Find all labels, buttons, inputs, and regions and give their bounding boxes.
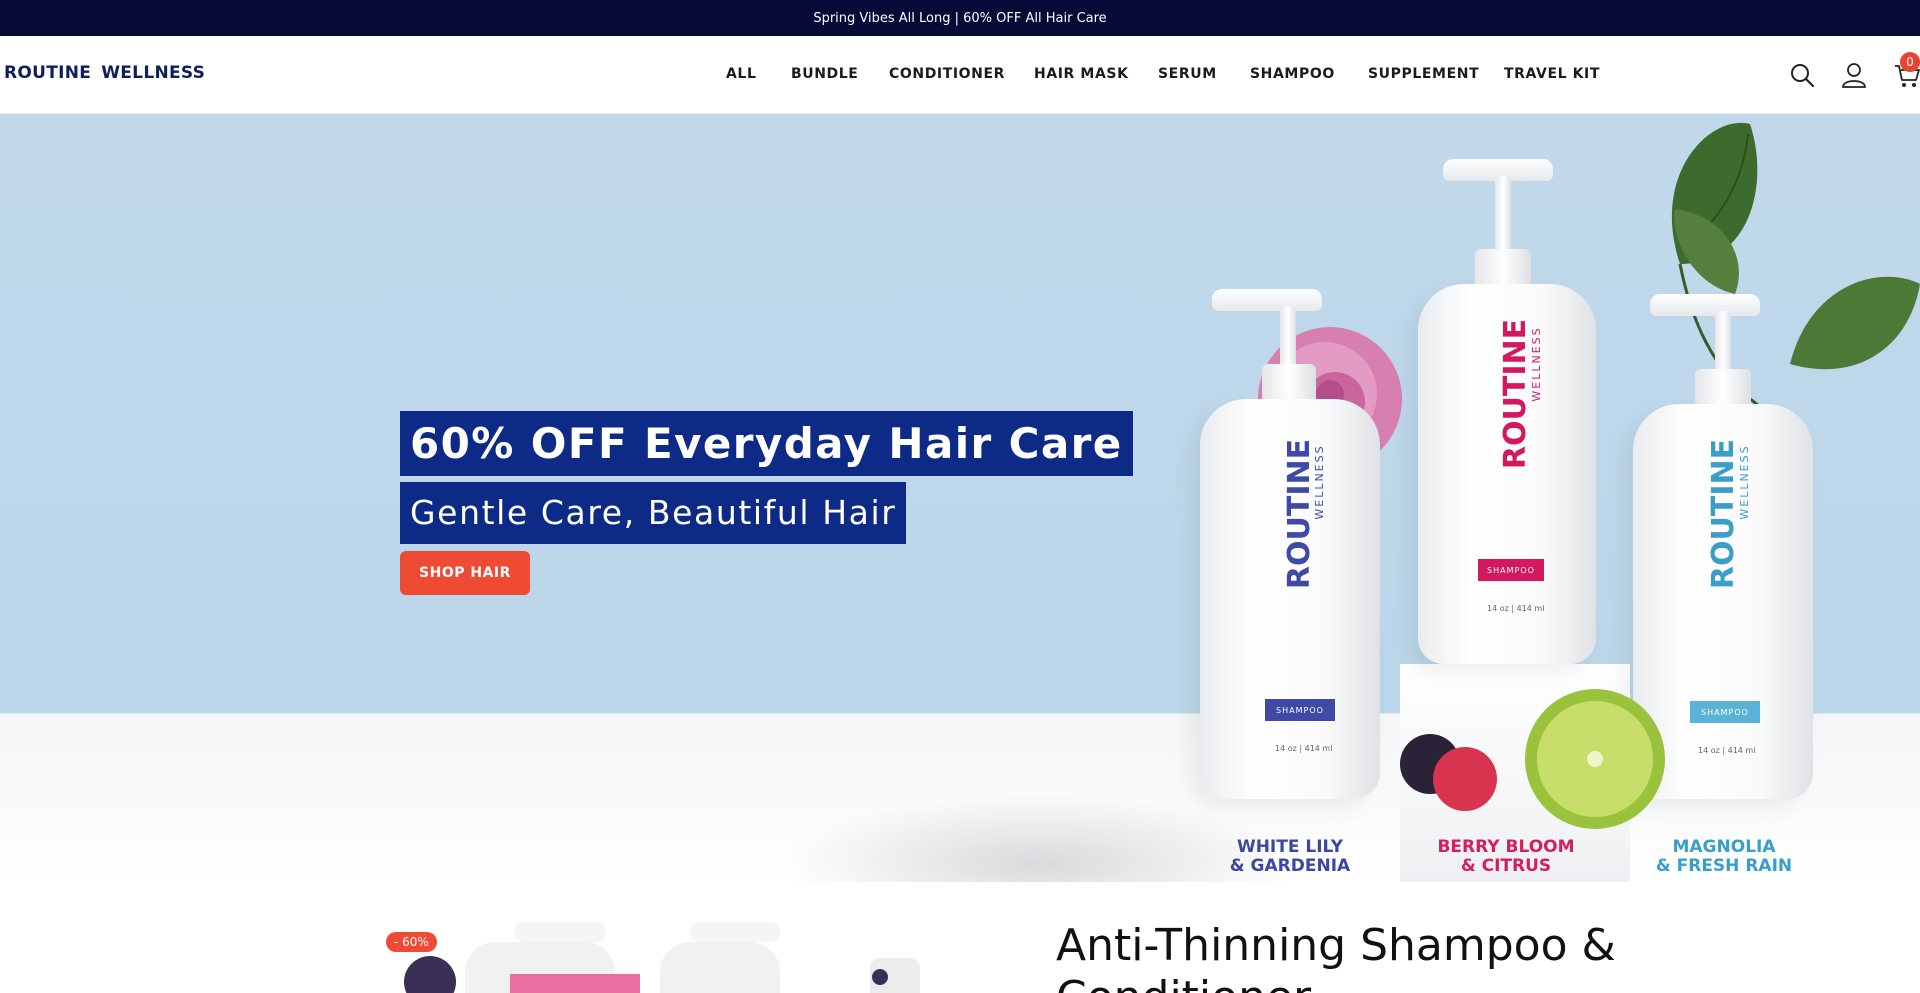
discount-text: - 60% xyxy=(394,935,429,949)
scent-3-line-1: MAGNOLIA xyxy=(1672,837,1776,857)
scent-label-white-lily: WHITE LILY & GARDENIA xyxy=(1200,838,1380,876)
scent-3-line-2: & FRESH RAIN xyxy=(1655,856,1793,876)
scent-2-line-1: BERRY BLOOM xyxy=(1437,837,1575,857)
nav-item-serum[interactable]: SERUM xyxy=(1158,66,1217,82)
nav-item-all[interactable]: ALL xyxy=(726,66,756,82)
scent-label-magnolia: MAGNOLIA & FRESH RAIN xyxy=(1634,838,1814,876)
bottle-2-sub: WELLNESS xyxy=(1530,326,1543,402)
search-icon[interactable] xyxy=(1788,61,1816,89)
bottle-1-sub: WELLNESS xyxy=(1313,444,1326,520)
announcement-text: Spring Vibes All Long | 60% OFF All Hair… xyxy=(813,10,1107,26)
pump-collar xyxy=(1262,364,1316,404)
bottle-2-size: 14 oz | 414 ml xyxy=(1487,604,1545,613)
main-nav: ALL BUNDLE CONDITIONER HAIR MASK SERUM S… xyxy=(0,36,1920,114)
bottle-1-size: 14 oz | 414 ml xyxy=(1275,744,1333,753)
nav-item-travel-kit[interactable]: TRAVEL KIT xyxy=(1504,66,1600,82)
nav-item-hair-mask[interactable]: HAIR MASK xyxy=(1034,66,1129,82)
bottle-3-size: 14 oz | 414 ml xyxy=(1698,746,1756,755)
bottle-3-sub: WELLNESS xyxy=(1738,444,1751,520)
hero-title: 60% OFF Everyday Hair Care xyxy=(400,411,1133,476)
site-header: ROUTINE WELLNESS ALL BUNDLE CONDITIONER H… xyxy=(0,36,1920,114)
nav-item-conditioner[interactable]: CONDITIONER xyxy=(889,66,1005,82)
hero-banner[interactable]: ROUTINE WELLNESS SHAMPOO 14 oz | 414 ml … xyxy=(0,114,1920,882)
cart-count-badge: 0 xyxy=(1900,52,1920,72)
hero-subtitle: Gentle Care, Beautiful Hair xyxy=(400,482,907,544)
pump-head xyxy=(1650,294,1760,316)
scent-2-line-2: & CITRUS xyxy=(1460,856,1552,876)
nav-item-shampoo[interactable]: SHAMPOO xyxy=(1250,66,1335,82)
featured-product: - 60% Anti-Thinning Shampoo & Conditione… xyxy=(0,882,1920,993)
scent-label-berry-bloom: BERRY BLOOM & CITRUS xyxy=(1416,838,1596,876)
pump-collar xyxy=(1695,369,1751,409)
nav-item-supplement[interactable]: SUPPLEMENT xyxy=(1368,66,1479,82)
scent-1-line-2: & GARDENIA xyxy=(1229,856,1351,876)
shop-hair-button[interactable]: SHOP HAIR xyxy=(400,551,530,595)
bottle-1-tag: SHAMPOO xyxy=(1265,699,1335,721)
scent-1-line-1: WHITE LILY xyxy=(1236,837,1344,857)
pump-neck xyxy=(1495,176,1511,256)
bottle-2-tag: SHAMPOO xyxy=(1478,559,1544,581)
pump-head xyxy=(1212,289,1322,311)
nav-item-bundle[interactable]: BUNDLE xyxy=(791,66,858,82)
pump-collar xyxy=(1475,249,1531,289)
user-icon[interactable] xyxy=(1840,61,1868,89)
bottle-3-tag: SHAMPOO xyxy=(1690,701,1760,723)
product-title: Anti-Thinning Shampoo & Conditioner xyxy=(1056,920,1616,993)
product-image[interactable] xyxy=(370,922,970,993)
cart-count: 0 xyxy=(1906,55,1914,69)
discount-badge: - 60% xyxy=(386,932,437,952)
announcement-bar: Spring Vibes All Long | 60% OFF All Hair… xyxy=(0,0,1920,36)
